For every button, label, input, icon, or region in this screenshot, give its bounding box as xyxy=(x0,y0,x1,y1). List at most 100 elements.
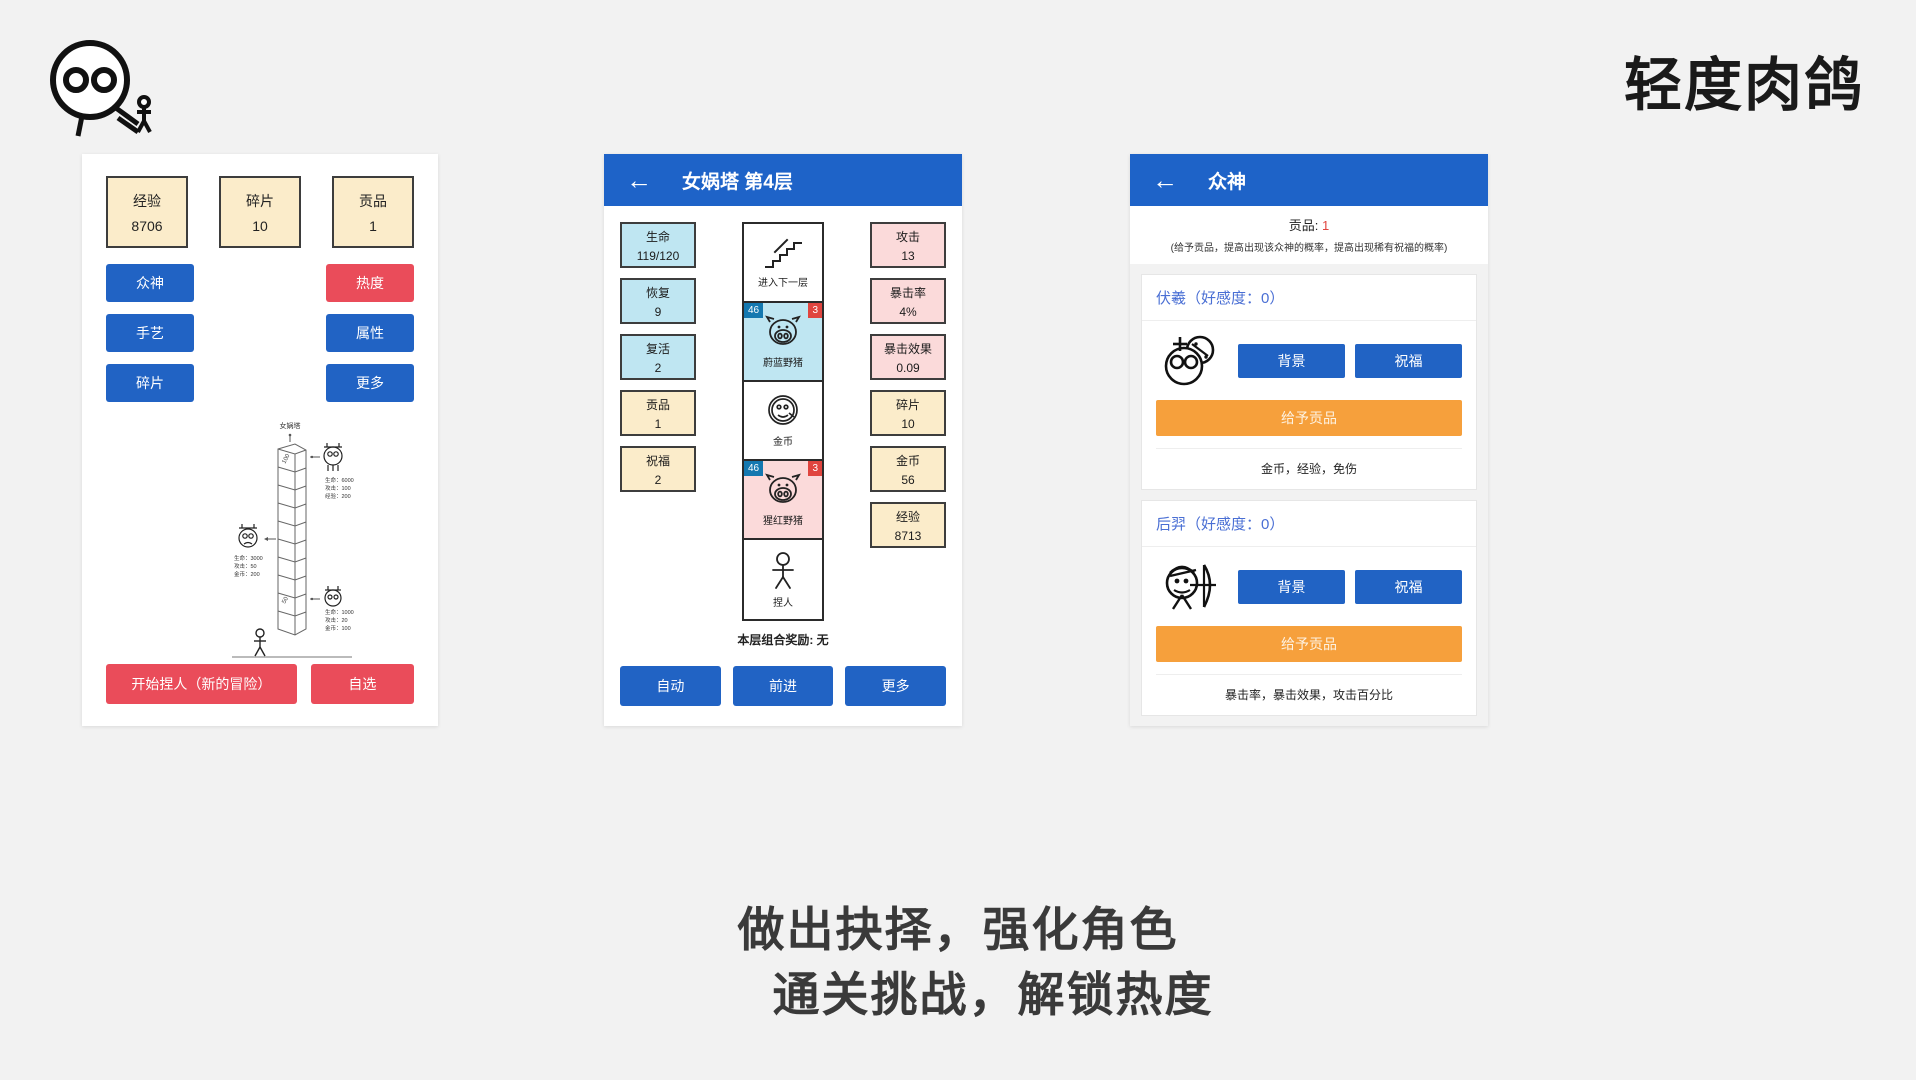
svg-text:金币：200: 金币：200 xyxy=(234,570,260,578)
craft-button[interactable]: 手艺 xyxy=(106,314,194,352)
floor-body: 生命 119/120 恢复 9 复活 2 贡品 1 祝福 2 进入下一层 46 … xyxy=(604,206,962,676)
stat-crit-effect: 暴击效果 0.09 xyxy=(870,334,946,380)
tower-floor-panel: ← 女娲塔 第4层 生命 119/120 恢复 9 复活 2 贡品 1 祝福 2… xyxy=(604,154,962,726)
caption-line-1: 做出抉择，强化角色 xyxy=(737,903,1179,956)
gods-button[interactable]: 众神 xyxy=(106,264,194,302)
god-body: 背景 祝福 给予贡品 金币，经验，免伤 xyxy=(1142,321,1476,489)
card-enemy-blue-boar[interactable]: 46 3 蔚蓝野猪 xyxy=(744,303,822,382)
blessing-button[interactable]: 祝福 xyxy=(1355,344,1462,378)
shards-button[interactable]: 碎片 xyxy=(106,364,194,402)
god-card-fuxi: 伏羲（好感度：0） 背景 祝福 给予贡品 金币，经验，免伤 xyxy=(1141,274,1477,490)
stat-shards: 碎片 10 xyxy=(870,390,946,436)
floor-right-stats: 攻击 13 暴击率 4% 暴击效果 0.09 碎片 10 金币 56 经验 87… xyxy=(870,222,946,676)
pig-face-icon xyxy=(765,315,801,345)
background-button[interactable]: 背景 xyxy=(1238,570,1345,604)
stat-value: 10 xyxy=(252,217,268,234)
svg-text:攻击：20: 攻击：20 xyxy=(325,616,348,624)
card-enemy-red-boar[interactable]: 46 3 猩红野猪 xyxy=(744,461,822,540)
tribute-hint: (给予贡品，提高出现该众神的概率，提高出现稀有祝福的概率) xyxy=(1170,243,1448,254)
auto-button[interactable]: 自动 xyxy=(620,666,721,706)
floor-card-column: 进入下一层 46 3 蔚蓝野猪 金币 46 3 猩红野猪 捏人 本层组合奖励: … xyxy=(706,222,860,676)
stat-tribute: 贡品 1 xyxy=(620,390,696,436)
stat-value: 1 xyxy=(654,416,662,431)
tower-enemy-middle: 生命：3000 攻击：50 金币：200 xyxy=(234,524,276,578)
advance-button[interactable]: 前进 xyxy=(732,666,834,706)
stat-label: 经验 xyxy=(133,192,161,209)
stat-value: 4% xyxy=(899,304,917,319)
stat-blessing: 祝福 2 xyxy=(620,446,696,492)
card-create-character[interactable]: 捏人 xyxy=(744,540,822,619)
houyi-archer-avatar-icon xyxy=(1165,564,1216,610)
promo-caption: 做出抉择，强化角色 通关挑战，解锁热度 xyxy=(0,898,1916,1028)
custom-select-button[interactable]: 自选 xyxy=(310,664,414,704)
stat-label: 生命 xyxy=(645,229,670,244)
stairs-up-icon xyxy=(765,238,802,268)
stat-value: 1 xyxy=(369,217,377,234)
stat-label: 祝福 xyxy=(645,453,670,468)
stat-experience: 经验 8713 xyxy=(870,502,946,548)
stat-label: 碎片 xyxy=(895,397,920,412)
more-button[interactable]: 更多 xyxy=(326,364,414,402)
stat-attack: 攻击 13 xyxy=(870,222,946,268)
give-tribute-button[interactable]: 给予贡品 xyxy=(1156,400,1462,436)
pig-face-icon xyxy=(765,473,801,503)
stat-label: 贡品 xyxy=(645,397,670,412)
tower-enemy-top: 生命：6000 攻击：100 经验：200 xyxy=(310,443,354,500)
god-name-fuxi: 伏羲（好感度：0） xyxy=(1142,275,1476,321)
back-arrow-icon[interactable]: ← xyxy=(1152,167,1178,193)
tower-hero-figure xyxy=(254,628,266,657)
back-arrow-icon[interactable]: ← xyxy=(626,167,652,193)
god-card-houyi: 后羿（好感度：0） 背景 祝福 给予贡品 暴击率，暴击效果，攻击百分比 xyxy=(1141,500,1477,716)
tower-top-label: 女娲塔 xyxy=(280,421,301,430)
more-button[interactable]: 更多 xyxy=(845,666,947,706)
start-new-adventure-button[interactable]: 开始捏人（新的冒险） xyxy=(106,664,297,704)
promo-page: 轻度肉鸽 经验 8706 碎片 10 贡品 1 众神 热度 手艺 属性 碎片 更… xyxy=(0,0,1916,1080)
stat-label: 贡品 xyxy=(359,192,387,209)
god-perks-fuxi: 金币，经验，免伤 xyxy=(1156,448,1462,489)
tribute-label: 贡品: xyxy=(1288,218,1319,233)
card-hp-tag: 46 xyxy=(744,461,764,476)
stat-value: 2 xyxy=(654,472,662,487)
combo-reward-note: 本层组合奖励: 无 xyxy=(737,633,829,647)
blessing-button[interactable]: 祝福 xyxy=(1355,570,1462,604)
svg-text:攻击：100: 攻击：100 xyxy=(325,484,351,492)
stat-value: 8706 xyxy=(131,217,163,234)
god-row: 背景 祝福 xyxy=(1156,333,1462,389)
home-bottom-buttons: 开始捏人（新的冒险） 自选 xyxy=(82,664,438,704)
card-atk-tag: 3 xyxy=(808,303,822,318)
card-label: 蔚蓝野猪 xyxy=(763,358,803,369)
tower-diagram: 女娲塔 100 50 生命：6000 攻击：100 经验：200 生命：3000… xyxy=(82,414,438,664)
svg-text:生命：1000: 生命：1000 xyxy=(325,608,354,616)
brand-title: 轻度肉鸽 xyxy=(1623,53,1864,118)
stat-label: 复活 xyxy=(645,341,670,356)
stat-label: 攻击 xyxy=(895,229,920,244)
card-next-floor[interactable]: 进入下一层 xyxy=(744,224,822,303)
home-button-row: 众神 热度 xyxy=(106,264,414,302)
stat-label: 经验 xyxy=(895,509,920,524)
stat-revive: 复活 2 xyxy=(620,334,696,380)
coin-icon xyxy=(768,395,798,425)
background-button[interactable]: 背景 xyxy=(1238,344,1345,378)
alien-face-logo-icon xyxy=(38,28,158,138)
home-button-row: 手艺 属性 xyxy=(106,314,414,352)
stick-figure-icon xyxy=(772,552,794,589)
floor-appbar: ← 女娲塔 第4层 xyxy=(604,154,962,206)
floor-action-buttons: 自动 前进 更多 xyxy=(604,666,962,706)
floor-title: 女娲塔 第4层 xyxy=(682,171,793,193)
fuxi-avatar-icon xyxy=(1164,335,1215,386)
stat-value: 9 xyxy=(654,304,662,319)
card-coin[interactable]: 金币 xyxy=(744,382,822,461)
svg-text:攻击：50: 攻击：50 xyxy=(234,562,257,570)
give-tribute-button[interactable]: 给予贡品 xyxy=(1156,626,1462,662)
heat-button[interactable]: 热度 xyxy=(326,264,414,302)
tribute-value: 1 xyxy=(1322,218,1330,233)
stat-value: 0.09 xyxy=(896,360,920,375)
stat-box-experience: 经验 8706 xyxy=(106,176,188,248)
god-body: 背景 祝福 给予贡品 暴击率，暴击效果，攻击百分比 xyxy=(1142,547,1476,715)
home-button-grid: 众神 热度 手艺 属性 碎片 更多 xyxy=(82,248,438,402)
god-name-houyi: 后羿（好感度：0） xyxy=(1142,501,1476,547)
stat-value: 56 xyxy=(901,472,915,487)
stat-value: 119/120 xyxy=(636,248,680,263)
attributes-button[interactable]: 属性 xyxy=(326,314,414,352)
home-stat-row: 经验 8706 碎片 10 贡品 1 xyxy=(82,154,438,248)
